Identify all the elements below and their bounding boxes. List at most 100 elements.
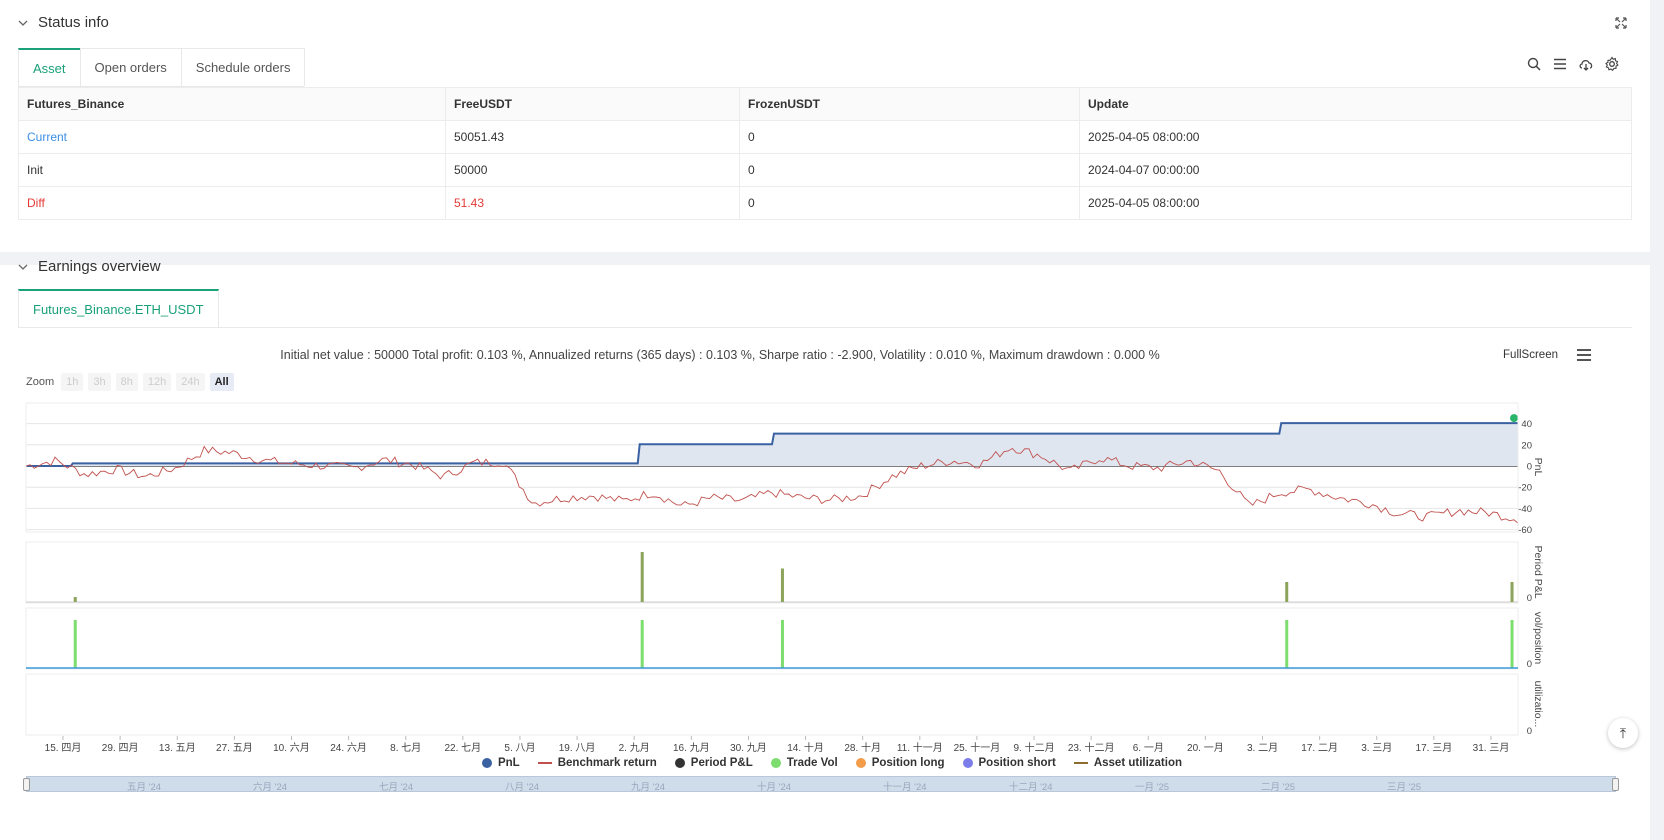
earnings-chart[interactable]: 40200-20-40-60PnL0 Period P&L0vol/positio… (0, 395, 1664, 757)
table-cell: 2025-04-05 08:00:00 (1079, 186, 1632, 220)
legend-item[interactable]: Asset utilization (1073, 757, 1183, 769)
table-row: Current 50051.43 0 2025-04-05 08:00:00 (18, 120, 1632, 154)
chart-legend: PnL Benchmark return Period P&L Trade Vol Po… (0, 757, 1664, 769)
earnings-overview-panel: Earnings overview Futures_Binance.ETH_US… (0, 258, 1650, 840)
navigator-label: 十二月 '24 (1009, 782, 1053, 793)
scroll-to-top-button[interactable]: ⤒ (1608, 718, 1638, 748)
fullscreen-button[interactable]: FullScreen (1503, 349, 1558, 361)
column-header[interactable]: Update (1079, 87, 1632, 121)
chevron-down-icon[interactable] (18, 18, 28, 28)
x-tick-label: 3. 三月 (1361, 742, 1392, 754)
tab-open-orders[interactable]: Open orders (79, 48, 182, 86)
y-tick-label: 40 (1521, 419, 1532, 430)
legend-item[interactable]: PnL (481, 757, 520, 769)
arrow-up-icon: ⤒ (1619, 724, 1627, 741)
search-icon[interactable] (1526, 56, 1542, 72)
x-tick-label: 17. 二月 (1301, 742, 1338, 754)
navigator-right-handle[interactable] (1612, 778, 1619, 791)
navigator-label: 一月 '25 (1135, 782, 1170, 793)
gear-icon[interactable] (1604, 56, 1620, 72)
zoom-8h-button[interactable]: 8h (115, 373, 138, 391)
y-tick-label: -40 (1518, 504, 1532, 515)
column-header[interactable]: Futures_Binance (18, 87, 446, 121)
chart-pane (25, 541, 1519, 604)
status-info-panel: Status info Asset Open orders Schedule o… (0, 0, 1650, 252)
column-header[interactable]: FrozenUSDT (739, 87, 1080, 121)
table-row: Init 50000 0 2024-04-07 00:00:00 (18, 153, 1632, 187)
legend-item[interactable]: Position long (855, 757, 945, 769)
legend-swatch (962, 758, 973, 768)
trade-vol-bar (1285, 620, 1289, 668)
table-cell: 2025-04-05 08:00:00 (1079, 120, 1632, 154)
chart-pane (25, 673, 1519, 736)
table-cell: 50000 (445, 153, 740, 187)
legend-label: Position short (978, 757, 1056, 769)
legend-item[interactable]: Benchmark return (537, 757, 657, 769)
navigator-label: 三月 '25 (1387, 782, 1422, 793)
navigator-label: 六月 '24 (253, 782, 288, 793)
column-header[interactable]: FreeUSDT (445, 87, 740, 121)
chart-pane (25, 607, 1519, 670)
x-tick-label: 24. 六月 (330, 742, 367, 754)
legend-swatch (770, 758, 781, 768)
navigator-label: 九月 '24 (631, 782, 666, 793)
asset-table: Futures_Binance FreeUSDT FrozenUSDT Upda… (18, 87, 1632, 220)
table-row: Diff 51.43 0 2025-04-05 08:00:00 (18, 186, 1632, 220)
legend-label: PnL (497, 757, 520, 769)
legend-label: Asset utilization (1093, 757, 1183, 769)
x-tick-label: 3. 二月 (1247, 742, 1278, 754)
hamburger-menu-icon[interactable] (1576, 348, 1592, 362)
collapse-icon[interactable] (1614, 16, 1628, 30)
x-tick-label: 8. 七月 (390, 742, 421, 754)
zoom-3h-button[interactable]: 3h (88, 373, 111, 391)
x-tick-label: 13. 五月 (159, 742, 196, 754)
x-tick-label: 15. 四月 (45, 742, 82, 754)
x-tick-label: 14. 十月 (787, 741, 824, 754)
y-tick-label: 0 (1527, 462, 1532, 473)
utilization-axis-label: utilizatio... (1532, 681, 1544, 728)
tab-asset[interactable]: Asset (18, 48, 81, 86)
performance-summary: Initial net value : 50000 Total profit: … (280, 348, 1160, 362)
table-cell: 50051.43 (445, 120, 740, 154)
legend-label: Trade Vol (786, 757, 838, 769)
zoom-24h-button[interactable]: 24h (176, 373, 205, 391)
table-header-row: Futures_Binance FreeUSDT FrozenUSDT Upda… (18, 87, 1632, 121)
x-tick-label: 28. 十月 (844, 741, 881, 754)
zoom-12h-button[interactable]: 12h (142, 373, 172, 391)
status-tabs: Asset Open orders Schedule orders (18, 48, 306, 87)
zoom-all-button[interactable]: All (209, 373, 234, 391)
list-icon[interactable] (1552, 56, 1568, 72)
navigator-label: 八月 '24 (505, 782, 540, 793)
legend-item[interactable]: Position short (962, 757, 1056, 769)
navigator-left-handle[interactable] (23, 778, 30, 791)
x-tick-label: 17. 三月 (1416, 742, 1453, 754)
x-tick-label: 10. 六月 (273, 742, 310, 754)
zoom-controls: Zoom 1h 3h 8h 12h 24h All (26, 373, 234, 391)
tab-schedule-orders[interactable]: Schedule orders (180, 48, 306, 86)
trade-vol-bar (73, 620, 77, 668)
x-tick-label: 30. 九月 (730, 742, 767, 754)
x-tick-label: 5. 八月 (504, 742, 535, 754)
period-pnl-axis-label: Period P&L (1532, 545, 1544, 598)
range-navigator[interactable]: 五月 '24 六月 '24 七月 '24 八月 '24 九月 '24 十月 '24 十一月 … (23, 776, 1619, 793)
trade-vol-bar (640, 620, 644, 668)
x-tick-label: 29. 四月 (102, 742, 139, 754)
cloud-download-icon[interactable] (1578, 56, 1594, 72)
earnings-overview-header[interactable]: Earnings overview (18, 258, 1664, 275)
chevron-down-icon[interactable] (18, 262, 28, 272)
legend-label: Position long (871, 757, 945, 769)
table-cell: 0 (739, 153, 1080, 187)
table-cell: Diff (18, 186, 446, 220)
zoom-1h-button[interactable]: 1h (61, 373, 84, 391)
table-cell: Init (18, 153, 446, 187)
y-tick-label: -20 (1518, 483, 1532, 494)
zoom-label: Zoom (26, 376, 55, 388)
y-tick-label: 0 (1527, 593, 1532, 604)
status-info-header[interactable]: Status info (18, 14, 109, 31)
legend-item[interactable]: Period P&L (674, 757, 753, 769)
legend-item[interactable]: Trade Vol (770, 757, 838, 769)
tab-futures-binance-eth-usdt[interactable]: Futures_Binance.ETH_USDT (18, 289, 219, 327)
table-cell: 2024-04-07 00:00:00 (1079, 153, 1632, 187)
trade-vol-bar (1510, 620, 1514, 668)
legend-swatch (674, 758, 685, 768)
